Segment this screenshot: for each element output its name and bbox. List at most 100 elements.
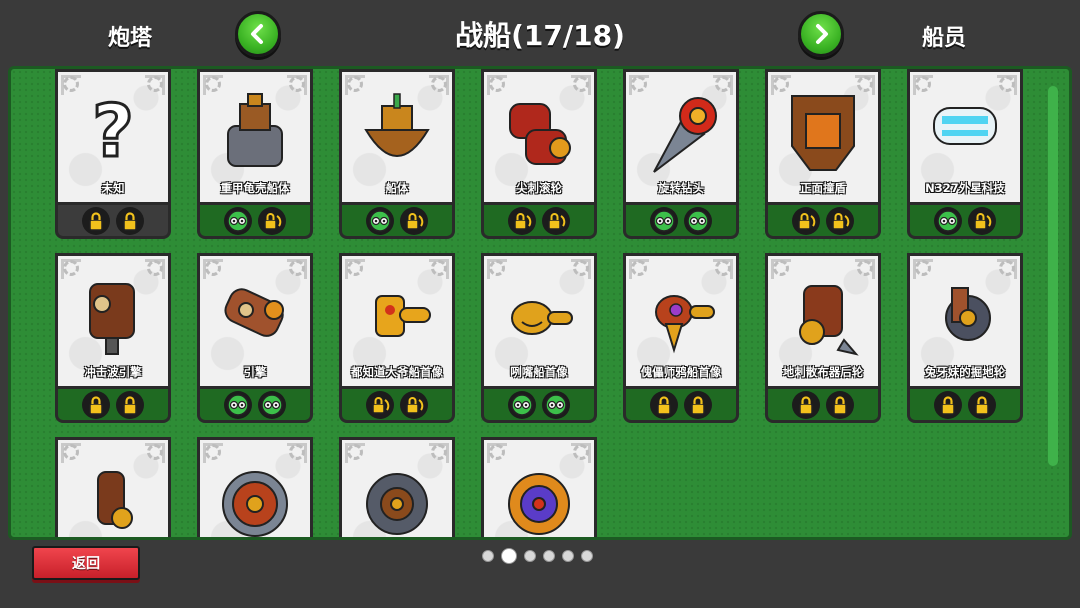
lock-icon xyxy=(968,390,996,419)
card-status-bar xyxy=(623,205,739,239)
card-name: 都知道大爷船首像 xyxy=(351,365,443,379)
ship-part-card[interactable] xyxy=(481,437,597,537)
goggles-icon xyxy=(366,206,394,235)
ship-part-card[interactable]: 正面撞盾 xyxy=(765,69,881,241)
card-name: 正面撞盾 xyxy=(800,181,846,195)
question-mark-icon: ? xyxy=(76,86,150,176)
lock-icon xyxy=(82,206,110,235)
page-title: 战船(17/18) xyxy=(455,19,625,52)
card-name: 旋转钻头 xyxy=(658,181,704,195)
lock-refresh-icon xyxy=(542,206,570,235)
goggles-icon xyxy=(684,206,712,235)
gear-wheel-icon xyxy=(360,454,434,537)
ship-part-card[interactable]: 尖刺滚轮 xyxy=(481,69,597,241)
card-frame: 正面撞盾 xyxy=(765,69,881,205)
spiked-roller-icon xyxy=(502,86,576,176)
lock-refresh-icon xyxy=(508,206,536,235)
next-page-button[interactable] xyxy=(798,11,844,57)
alien-tech-icon xyxy=(928,86,1002,176)
card-frame: 船体 xyxy=(339,69,455,205)
ship-part-card[interactable]: 地刺散布器后轮 xyxy=(765,253,881,425)
ship-part-card[interactable]: N327外星科技 xyxy=(907,69,1023,241)
card-status-bar xyxy=(55,389,171,423)
page-dot[interactable] xyxy=(482,550,494,562)
card-frame: 引擎 xyxy=(197,253,313,389)
page-dot[interactable] xyxy=(543,550,555,562)
ram-shield-icon xyxy=(786,86,860,176)
back-button[interactable]: 返回 xyxy=(32,546,140,580)
card-name: 未知 xyxy=(101,181,125,195)
card-status-bar xyxy=(339,389,455,423)
ship-part-card[interactable]: 旋转钻头 xyxy=(623,69,739,241)
scrollbar[interactable] xyxy=(1048,86,1058,466)
goggles-icon xyxy=(224,390,252,419)
goggles-icon xyxy=(542,390,570,419)
page-dot[interactable] xyxy=(524,550,536,562)
card-status-bar xyxy=(197,389,313,423)
card-status-bar xyxy=(765,389,881,423)
page-dot[interactable] xyxy=(501,548,517,564)
saw-wheel-icon xyxy=(218,454,292,537)
card-name: 船体 xyxy=(385,181,409,195)
card-frame xyxy=(339,437,455,537)
card-name: 兔牙妹的掘地轮 xyxy=(924,365,1006,379)
ship-part-card[interactable]: 兔牙妹的掘地轮 xyxy=(907,253,1023,425)
card-name: 重甲龟壳船体 xyxy=(220,181,290,195)
crow-figurehead-icon xyxy=(644,270,718,360)
lock-icon xyxy=(826,390,854,419)
card-frame: 傀儡师鸦船首像 xyxy=(623,253,739,389)
card-frame: 兔牙妹的掘地轮 xyxy=(907,253,1023,389)
page-dot[interactable] xyxy=(562,550,574,562)
card-name: 冲击波引擎 xyxy=(84,365,142,379)
grin-figurehead-icon xyxy=(502,270,576,360)
engine-icon xyxy=(218,270,292,360)
lock-refresh-icon xyxy=(400,206,428,235)
card-frame: 重甲龟壳船体 xyxy=(197,69,313,205)
card-status-bar xyxy=(907,205,1023,239)
lock-icon xyxy=(116,206,144,235)
caltrop-wheel-icon xyxy=(786,270,860,360)
ship-part-card[interactable]: 都知道大爷船首像 xyxy=(339,253,455,425)
lock-refresh-icon xyxy=(400,390,428,419)
card-frame xyxy=(55,437,171,537)
lock-icon xyxy=(650,390,678,419)
lock-refresh-icon xyxy=(826,206,854,235)
ship-part-card[interactable]: 冲击波引擎 xyxy=(55,253,171,425)
lock-icon xyxy=(82,390,110,419)
card-status-bar xyxy=(765,205,881,239)
ship-part-card[interactable]: 傀儡师鸦船首像 xyxy=(623,253,739,425)
goggles-icon xyxy=(258,390,286,419)
crew-tab-label[interactable]: 船员 xyxy=(922,20,966,52)
chevron-right-icon xyxy=(816,24,828,44)
ship-part-card[interactable]: 引擎 xyxy=(197,253,313,425)
ship-part-card[interactable]: 重甲龟壳船体 xyxy=(197,69,313,241)
card-status-bar xyxy=(623,389,739,423)
card-status-bar xyxy=(197,205,313,239)
goggles-icon xyxy=(650,206,678,235)
card-frame xyxy=(481,437,597,537)
ship-part-card[interactable] xyxy=(55,437,171,537)
card-status-bar xyxy=(481,205,597,239)
card-status-bar xyxy=(481,389,597,423)
lock-refresh-icon xyxy=(258,206,286,235)
card-name: 咧嘴船首像 xyxy=(510,365,568,379)
hull-icon xyxy=(360,86,434,176)
card-status-bar xyxy=(339,205,455,239)
svg-text:?: ? xyxy=(92,89,134,173)
ship-part-card[interactable]: ? 未知 xyxy=(55,69,171,241)
card-frame: 地刺散布器后轮 xyxy=(765,253,881,389)
lock-refresh-icon xyxy=(366,390,394,419)
ship-part-card[interactable]: 咧嘴船首像 xyxy=(481,253,597,425)
card-frame: 咧嘴船首像 xyxy=(481,253,597,389)
card-frame: 尖刺滚轮 xyxy=(481,69,597,205)
lock-icon xyxy=(684,390,712,419)
ship-part-card[interactable] xyxy=(197,437,313,537)
ship-part-card[interactable]: 船体 xyxy=(339,69,455,241)
goggles-icon xyxy=(934,206,962,235)
card-name: 尖刺滚轮 xyxy=(516,181,562,195)
ship-part-card[interactable] xyxy=(339,437,455,537)
claw-wheel-icon xyxy=(76,454,150,537)
lock-refresh-icon xyxy=(968,206,996,235)
lock-icon xyxy=(792,390,820,419)
page-dot[interactable] xyxy=(581,550,593,562)
